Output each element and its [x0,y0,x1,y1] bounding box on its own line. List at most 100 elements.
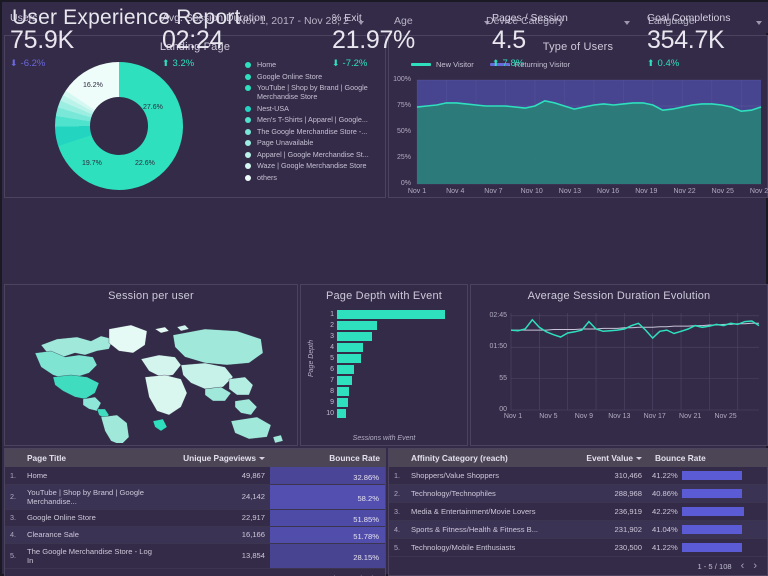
page-depth-bar-row[interactable]: 6 [323,364,463,375]
page-depth-label: 1 [323,311,337,318]
legend-swatch [245,117,251,123]
row-index: 4. [389,521,406,539]
cell-bounce-rate: 51.78% [270,526,385,543]
prev-page-icon[interactable]: ‹ [741,561,745,572]
dashboard-root: User Experience Report Nov 1, 2017 - Nov… [0,0,768,576]
bounce-rate-bar [682,489,742,498]
legend-item[interactable]: Google Online Store [245,72,387,81]
bounce-rate-value: 51.78% [270,528,385,541]
cell-bounce-rate: 41.22% [647,467,767,485]
table-row[interactable]: 2.YouTube | Shop by Brand | Google Merch… [5,484,385,509]
col-bounce-rate[interactable]: Bounce Rate [270,449,385,467]
landing-page-donut[interactable]: 27.6% 22.6% 19.7% 16.2% [55,62,195,190]
x-tick: Nov 17 [637,413,673,420]
table-row[interactable]: 5.The Google Merchandise Store - Log In1… [5,543,385,568]
cell-unique-pageviews: 22,917 [165,509,270,526]
legend-item[interactable]: Apparel | Google Merchandise St... [245,150,387,159]
page-depth-bar-row[interactable]: 3 [323,331,463,342]
x-tick: Nov 28 [743,188,768,195]
legend-item[interactable]: Men's T-Shirts | Apparel | Google... [245,115,387,124]
page-depth-bar [337,409,346,418]
col-page-title[interactable]: Page Title [22,449,165,467]
x-tick: Nov 22 [667,188,703,195]
legend-item[interactable]: Waze | Google Merchandise Store [245,161,387,170]
legend-item[interactable]: Page Unavailable [245,138,387,147]
kpi-pages-session[interactable]: Pages / Session4.5⬆7.8% [492,12,568,69]
row-index: 2. [5,484,22,509]
page-depth-label: 8 [323,388,337,395]
y-tick: 25% [389,154,411,161]
x-tick: Nov 5 [530,413,566,420]
map-region-australia [231,417,271,439]
cell-page-title: Google Online Store [22,509,165,526]
col-event-value[interactable]: Event Value [559,449,647,467]
kpi-goal-completions[interactable]: Goal Completions354.7K⬆0.4% [647,12,730,69]
type-of-users-area-chart[interactable] [389,74,768,194]
kpi-avg-session-duration[interactable]: Avg. Session Duration02:24⬆3.2% [162,12,266,69]
donut-label-2: 22.6% [135,160,155,167]
page-depth-bars[interactable]: 1 23456 7 8 9 10 [323,309,463,419]
bounce-rate-value: 28.15% [270,549,385,562]
table-row[interactable]: 3.Media & Entertainment/Movie Lovers236,… [389,503,767,521]
x-tick: Nov 13 [552,188,588,195]
world-map[interactable] [5,305,297,443]
table-affinity-categories: Affinity Category (reach) Event Value Bo… [388,448,768,576]
page-depth-bar-row[interactable]: 1 [323,309,463,320]
bounce-rate-value: 41.04% [652,525,678,534]
cell-page-title: YouTube | Shop by Brand | Google Merchan… [22,484,165,509]
table-row[interactable]: 2.Technology/Technophiles288,96840.86% [389,485,767,503]
kpi-delta-value: -7.2% [343,58,368,69]
page-depth-label: 9 [323,399,337,406]
page-depth-label: 10 [323,410,337,417]
page-depth-bar-row[interactable]: 9 [323,397,463,408]
legend-item[interactable]: Nest-USA [245,104,387,113]
page-depth-bar-row[interactable]: 4 [323,342,463,353]
table-row[interactable]: 1.Home49,86732.86% [5,467,385,484]
legend-item[interactable]: The Google Merchandise Store -... [245,127,387,136]
page-depth-bar-row[interactable]: 8 [323,386,463,397]
table-row[interactable]: 4.Sports & Fitness/Health & Fitness B...… [389,521,767,539]
col-bounce-rate[interactable]: Bounce Rate [647,449,767,467]
table-row[interactable]: 3.Google Online Store22,91751.85% [5,509,385,526]
map-region-sea [235,399,257,415]
page-depth-bar-row[interactable]: 7 [323,375,463,386]
page-depth-bar-row[interactable]: 5 [323,353,463,364]
col-unique-pageviews[interactable]: Unique Pageviews [165,449,270,467]
map-region-greenland [109,325,147,353]
sort-desc-icon [636,457,642,460]
x-tick: Nov 16 [590,188,626,195]
prev-page-icon[interactable]: ‹ [359,573,363,576]
table-row[interactable]: 1.Shoppers/Value Shoppers310,46641.22% [389,467,767,485]
x-tick: Nov 19 [628,188,664,195]
panel-page-depth: Page Depth with Event Page Depth 1234567… [300,284,468,446]
page-depth-bar-row[interactable]: 10 [323,408,463,419]
legend-label: others [257,173,277,182]
kpi-value: 354.7K [647,25,730,56]
row-index: 2. [389,485,406,503]
cell-unique-pageviews: 13,854 [165,543,270,568]
cell-bounce-rate: 42.22% [647,503,767,521]
y-tick: 50% [389,128,411,135]
kpi-exit[interactable]: % Exit21.97%⬇-7.2% [332,12,415,69]
col-affinity-category[interactable]: Affinity Category (reach) [406,449,559,467]
row-index: 5. [5,543,22,568]
page-depth-label: 7 [323,377,337,384]
cell-affinity-category: Technology/Technophiles [406,485,559,503]
table-row[interactable]: 5.Technology/Mobile Enthusiasts230,50041… [389,539,767,557]
next-page-icon[interactable]: › [371,573,375,576]
sort-desc-icon [259,457,265,460]
map-region-china-east [229,377,253,395]
page-depth-bar-row[interactable]: 2 [323,320,463,331]
donut-label-4: 16.2% [83,82,103,89]
table-row[interactable]: 4.Clearance Sale16,16651.78% [5,526,385,543]
legend-item[interactable]: YouTube | Shop by Brand | Google Merchan… [245,83,387,101]
row-index: 3. [389,503,406,521]
cell-affinity-category: Technology/Mobile Enthusiasts [406,539,559,557]
kpi-users[interactable]: Users75.9K⬇-6.2% [10,12,74,69]
avg-session-line-chart[interactable] [471,305,767,423]
row-index: 3. [5,509,22,526]
next-page-icon[interactable]: › [753,561,757,572]
cell-bounce-rate: 40.86% [647,485,767,503]
legend-label: Google Online Store [257,72,322,81]
legend-item[interactable]: others [245,173,387,182]
